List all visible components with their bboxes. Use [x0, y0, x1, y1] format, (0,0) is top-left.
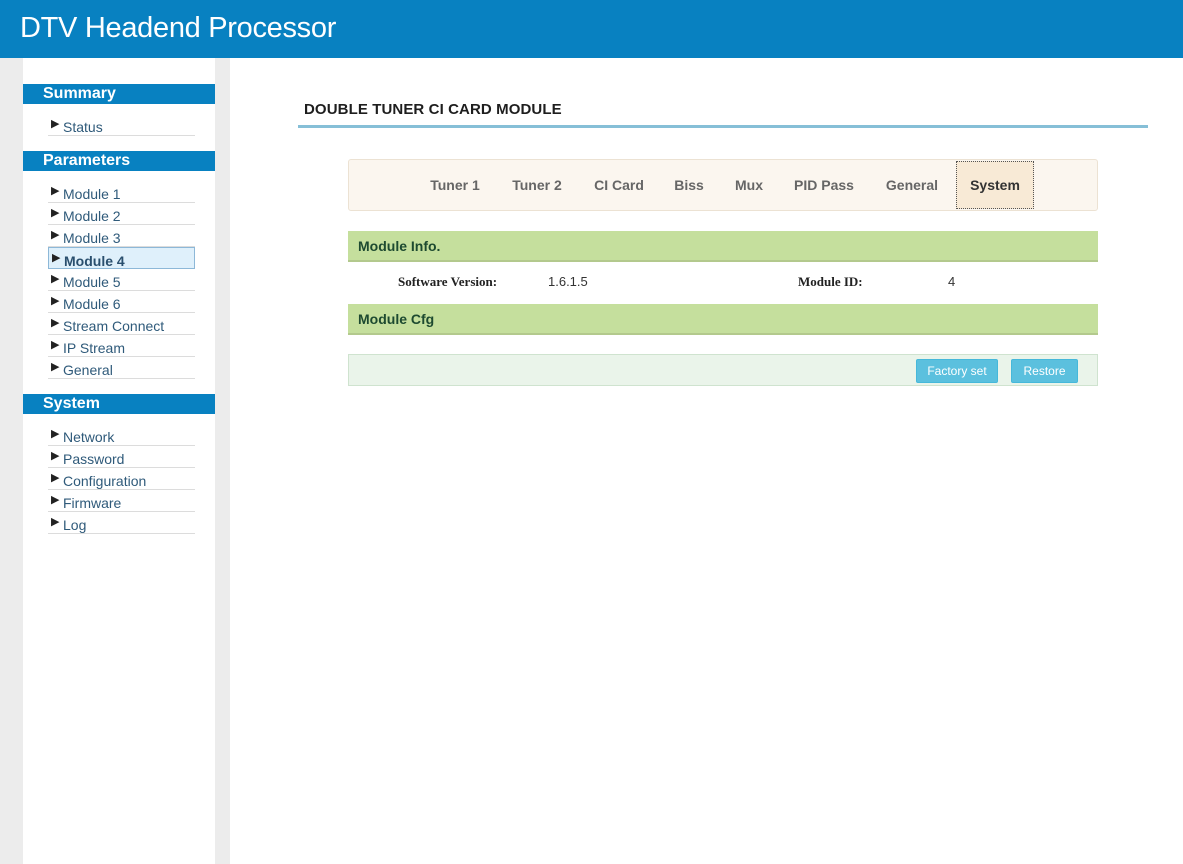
- tab-pid-pass[interactable]: PID Pass: [781, 161, 867, 209]
- sidebar-item-general[interactable]: ▶ General: [48, 357, 195, 379]
- arrow-right-icon: ▶: [51, 516, 60, 528]
- sidebar-item-label: Module 5: [63, 274, 121, 290]
- software-version-label: Software Version:: [398, 274, 498, 289]
- module-id-value: 4: [948, 274, 956, 289]
- module-cfg-header: Module Cfg: [348, 304, 1098, 335]
- arrow-right-icon: ▶: [51, 317, 60, 329]
- sidebar-heading-parameters: Parameters: [23, 151, 215, 171]
- sidebar: Summary ▶ Status Parameters ▶ Module 1 ▶…: [23, 58, 215, 864]
- tab-ci-card[interactable]: CI Card: [577, 161, 661, 209]
- arrow-right-icon: ▶: [51, 229, 60, 241]
- sidebar-item-label: Firmware: [63, 495, 122, 511]
- sidebar-item-module-6[interactable]: ▶ Module 6: [48, 291, 195, 313]
- sidebar-item-label: Password: [63, 451, 125, 467]
- arrow-right-icon: ▶: [51, 339, 60, 351]
- sidebar-item-stream-connect[interactable]: ▶ Stream Connect: [48, 313, 195, 335]
- sidebar-item-configuration[interactable]: ▶ Configuration: [48, 468, 195, 490]
- sidebar-item-status[interactable]: ▶ Status: [48, 114, 195, 136]
- tab-tuner-2[interactable]: Tuner 2: [497, 161, 577, 209]
- sidebar-heading-summary: Summary: [23, 84, 215, 104]
- arrow-right-icon: ▶: [51, 207, 60, 219]
- sidebar-item-label: Log: [63, 517, 87, 533]
- title-divider: [298, 125, 1148, 128]
- tab-mux[interactable]: Mux: [717, 161, 781, 209]
- sidebar-item-module-3[interactable]: ▶ Module 3: [48, 225, 195, 247]
- arrow-right-icon: ▶: [52, 252, 61, 264]
- sidebar-item-label: Module 1: [63, 186, 121, 202]
- arrow-right-icon: ▶: [51, 472, 60, 484]
- module-info-header: Module Info.: [348, 231, 1098, 262]
- sidebar-item-label: Module 3: [63, 230, 121, 246]
- sidebar-item-label: Stream Connect: [63, 318, 165, 334]
- restore-button[interactable]: Restore: [1011, 359, 1078, 383]
- sidebar-item-label: Module 2: [63, 208, 121, 224]
- tab-general[interactable]: General: [867, 161, 957, 209]
- sidebar-item-module-1[interactable]: ▶ Module 1: [48, 181, 195, 203]
- arrow-right-icon: ▶: [51, 450, 60, 462]
- sidebar-item-module-5[interactable]: ▶ Module 5: [48, 269, 195, 291]
- arrow-right-icon: ▶: [51, 361, 60, 373]
- sidebar-item-password[interactable]: ▶ Password: [48, 446, 195, 468]
- arrow-right-icon: ▶: [51, 273, 60, 285]
- sidebar-item-label: Status: [63, 119, 103, 135]
- sidebar-item-label: Configuration: [63, 473, 147, 489]
- sidebar-heading-system: System: [23, 394, 215, 414]
- sidebar-item-label: Network: [63, 429, 115, 445]
- module-id-label: Module ID:: [798, 274, 863, 289]
- sidebar-item-module-2[interactable]: ▶ Module 2: [48, 203, 195, 225]
- page-title: DOUBLE TUNER CI CARD MODULE: [304, 101, 562, 118]
- factory-set-button[interactable]: Factory set: [916, 359, 998, 383]
- tab-bar: Tuner 1 Tuner 2 CI Card Biss Mux PID Pas…: [348, 159, 1098, 211]
- tab-biss[interactable]: Biss: [661, 161, 717, 209]
- app-title: DTV Headend Processor: [20, 12, 337, 44]
- sidebar-item-firmware[interactable]: ▶ Firmware: [48, 490, 195, 512]
- sidebar-item-label: Module 6: [63, 296, 121, 312]
- sidebar-item-log[interactable]: ▶ Log: [48, 512, 195, 534]
- sidebar-item-network[interactable]: ▶ Network: [48, 424, 195, 446]
- action-bar: Factory set Restore: [348, 354, 1098, 386]
- main-content: DOUBLE TUNER CI CARD MODULE Tuner 1 Tune…: [230, 58, 1183, 864]
- arrow-right-icon: ▶: [51, 428, 60, 440]
- app-header: DTV Headend Processor: [0, 0, 1183, 58]
- tab-system[interactable]: System: [956, 161, 1034, 209]
- arrow-right-icon: ▶: [51, 494, 60, 506]
- tab-tuner-1[interactable]: Tuner 1: [413, 161, 497, 209]
- software-version-value: 1.6.1.5: [548, 274, 588, 289]
- arrow-right-icon: ▶: [51, 185, 60, 197]
- sidebar-item-label: Module 4: [64, 253, 125, 269]
- sidebar-item-module-4[interactable]: ▶ Module 4: [48, 247, 195, 269]
- arrow-right-icon: ▶: [51, 295, 60, 307]
- sidebar-item-ip-stream[interactable]: ▶ IP Stream: [48, 335, 195, 357]
- arrow-right-icon: ▶: [51, 118, 60, 130]
- sidebar-item-label: IP Stream: [63, 340, 125, 356]
- sidebar-item-label: General: [63, 362, 113, 378]
